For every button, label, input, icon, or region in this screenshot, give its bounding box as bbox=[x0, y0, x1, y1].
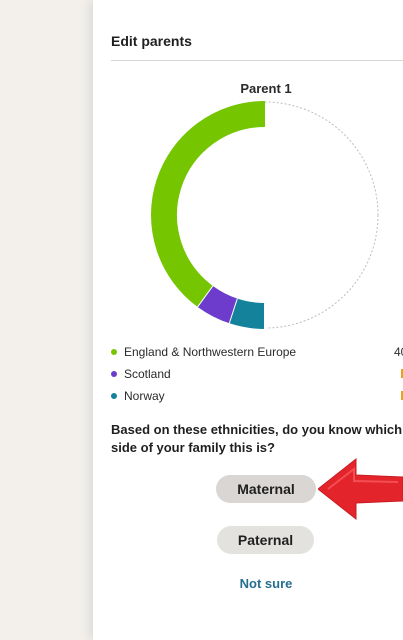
legend-dot-norway bbox=[111, 393, 117, 399]
legend-value-england: 40 bbox=[394, 345, 403, 359]
ethnicity-donut-chart bbox=[151, 101, 379, 329]
donut-segment-scotland bbox=[197, 285, 239, 324]
family-side-question: Based on these ethnicities, do you know … bbox=[111, 422, 403, 455]
title-divider bbox=[111, 60, 403, 61]
legend-label-scotland: Scotland bbox=[124, 367, 171, 381]
legend-label-england: England & Northwestern Europe bbox=[124, 345, 297, 359]
legend-label-norway: Norway bbox=[124, 389, 165, 403]
parent-label: Parent 1 bbox=[240, 81, 292, 96]
donut-segment-england-northwestern-europe bbox=[151, 101, 266, 308]
paternal-button[interactable]: Paternal bbox=[217, 526, 314, 554]
panel-title: Edit parents bbox=[111, 33, 192, 49]
donut-segment-norway bbox=[229, 298, 266, 329]
red-arrow-annotation-icon bbox=[318, 457, 403, 521]
not-sure-button[interactable]: Not sure bbox=[216, 576, 316, 591]
legend-dot-england bbox=[111, 349, 117, 355]
legend-dot-scotland bbox=[111, 371, 117, 377]
maternal-button[interactable]: Maternal bbox=[216, 475, 316, 503]
